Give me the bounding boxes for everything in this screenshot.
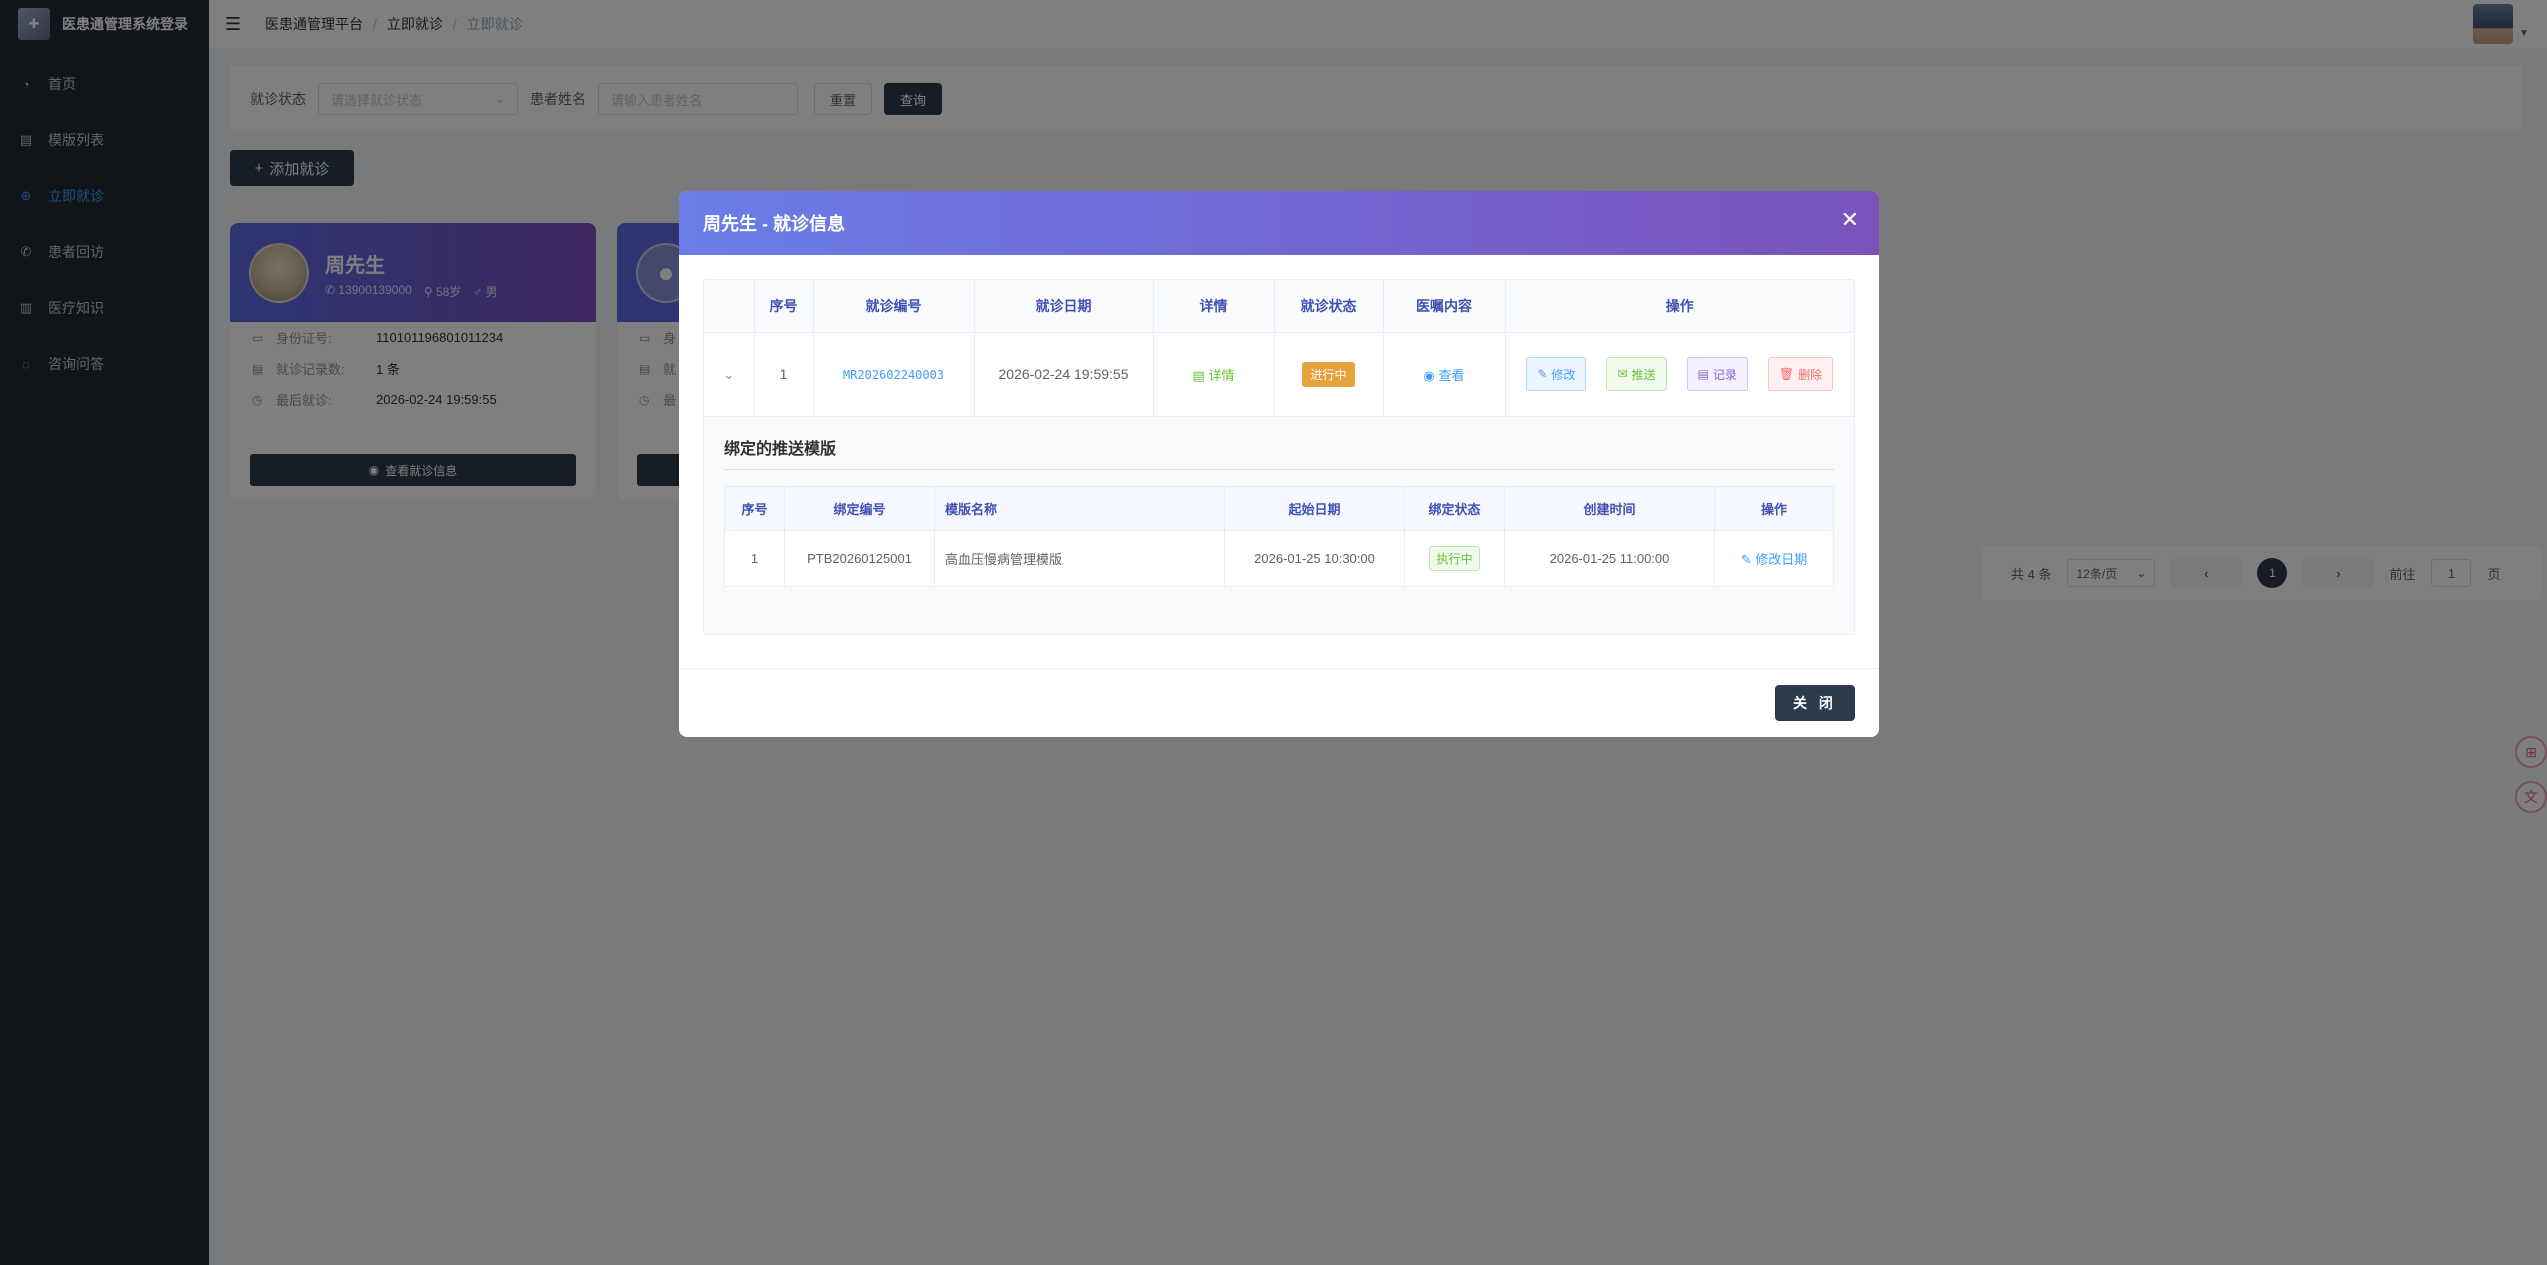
template-name: 高血压慢病管理模版 xyxy=(934,530,1225,586)
table-row: 1 PTB20260125001 高血压慢病管理模版 2026-01-25 10… xyxy=(724,530,1834,586)
delete-label: 删除 xyxy=(1798,367,1823,382)
visit-code-cell: MR202602240003 xyxy=(813,332,975,417)
column-header: 就诊状态 xyxy=(1274,280,1384,333)
status-badge: 进行中 xyxy=(1302,361,1355,387)
created-time: 2026-01-25 11:00:00 xyxy=(1504,530,1715,586)
dialog-footer: 关 闭 xyxy=(679,668,1879,737)
column-header: 详情 xyxy=(1153,280,1275,333)
expanded-row-panel: 绑定的推送模版 序号 绑定编号 模版名称 起始日期 绑定状态 创建时间 操作 1… xyxy=(704,416,1854,634)
status-cell: 进行中 xyxy=(1274,332,1384,417)
chevron-down-icon: ⌄ xyxy=(722,365,735,382)
visit-code-link[interactable]: MR202602240003 xyxy=(843,368,944,382)
column-header: 序号 xyxy=(754,280,814,333)
dialog-title: 周先生 - 就诊信息 xyxy=(703,214,845,234)
eye-icon: ◉ xyxy=(1423,367,1439,383)
visit-table-container: 序号 就诊编号 就诊日期 详情 就诊状态 医嘱内容 操作 ⌄ 1 MR20260… xyxy=(703,279,1855,635)
document-icon: ▤ xyxy=(1697,367,1709,381)
view-advice-link[interactable]: ◉ 查看 xyxy=(1424,368,1465,383)
sub-actions-cell: ✎ 修改日期 xyxy=(1715,530,1834,586)
detail-cell: ▤ 详情 xyxy=(1153,332,1275,417)
column-header: 模版名称 xyxy=(934,486,1225,531)
detail-label: 详情 xyxy=(1208,367,1235,383)
dialog-header: 周先生 - 就诊信息 ✕ xyxy=(679,191,1879,255)
column-header: 绑定状态 xyxy=(1404,486,1505,531)
table-row: ⌄ 1 MR202602240003 2026-02-24 19:59:55 ▤… xyxy=(704,332,1855,417)
edit-icon: ✎ xyxy=(1740,551,1756,567)
visit-table: 序号 就诊编号 就诊日期 详情 就诊状态 医嘱内容 操作 ⌄ 1 MR20260… xyxy=(704,280,1854,417)
sub-row-index: 1 xyxy=(724,530,785,586)
detail-link[interactable]: ▤ 详情 xyxy=(1193,368,1235,383)
column-header: 创建时间 xyxy=(1504,486,1715,531)
column-header: 操作 xyxy=(1505,280,1854,333)
template-binding-table: 序号 绑定编号 模版名称 起始日期 绑定状态 创建时间 操作 1 PTB2026… xyxy=(724,485,1834,587)
sub-table-title: 绑定的推送模版 xyxy=(724,435,1834,470)
push-button[interactable]: ✉ 推送 xyxy=(1606,357,1667,391)
edit-icon: ✎ xyxy=(1537,367,1548,381)
modify-date-link[interactable]: ✎ 修改日期 xyxy=(1741,552,1808,567)
delete-button[interactable]: 🗑 删除 xyxy=(1767,357,1834,391)
edit-label: 修改 xyxy=(1551,367,1576,382)
binding-status-cell: 执行中 xyxy=(1404,530,1505,586)
push-label: 推送 xyxy=(1631,367,1656,382)
row-actions: ✎ 修改 ✉ 推送 ▤ 记录 🗑 删除 xyxy=(1506,357,1855,391)
start-date: 2026-01-25 10:30:00 xyxy=(1224,530,1405,586)
close-button[interactable]: 关 闭 xyxy=(1775,685,1855,721)
advice-label: 查看 xyxy=(1438,367,1465,383)
row-index: 1 xyxy=(754,332,814,417)
visit-info-dialog: 周先生 - 就诊信息 ✕ 序号 就诊编号 就诊日期 详情 就诊状态 医嘱内容 操… xyxy=(679,191,1879,737)
trash-icon: 🗑 xyxy=(1778,367,1795,381)
edit-button[interactable]: ✎ 修改 xyxy=(1526,357,1587,391)
table-header-row: 序号 绑定编号 模版名称 起始日期 绑定状态 创建时间 操作 xyxy=(724,486,1834,531)
advice-cell: ◉ 查看 xyxy=(1383,332,1506,417)
column-header: 操作 xyxy=(1714,486,1834,531)
column-header: 医嘱内容 xyxy=(1383,280,1506,333)
actions-cell: ✎ 修改 ✉ 推送 ▤ 记录 🗑 删除 xyxy=(1505,332,1855,417)
column-header: 就诊日期 xyxy=(974,280,1154,333)
record-button[interactable]: ▤ 记录 xyxy=(1686,357,1748,391)
mail-icon: ✉ xyxy=(1617,367,1628,381)
column-header: 就诊编号 xyxy=(813,280,975,333)
binding-code: PTB20260125001 xyxy=(784,530,935,586)
close-icon[interactable]: ✕ xyxy=(1841,209,1859,231)
binding-status-badge: 执行中 xyxy=(1429,545,1480,571)
expand-toggle[interactable]: ⌄ xyxy=(704,332,755,417)
column-header: 绑定编号 xyxy=(784,486,935,531)
visit-date: 2026-02-24 19:59:55 xyxy=(974,332,1154,417)
expand-column-header xyxy=(704,280,755,333)
modify-date-label: 修改日期 xyxy=(1755,551,1808,567)
table-header-row: 序号 就诊编号 就诊日期 详情 就诊状态 医嘱内容 操作 xyxy=(704,280,1854,333)
column-header: 起始日期 xyxy=(1224,486,1405,531)
column-header: 序号 xyxy=(724,486,785,531)
document-icon: ▤ xyxy=(1192,367,1209,383)
record-label: 记录 xyxy=(1712,367,1737,382)
